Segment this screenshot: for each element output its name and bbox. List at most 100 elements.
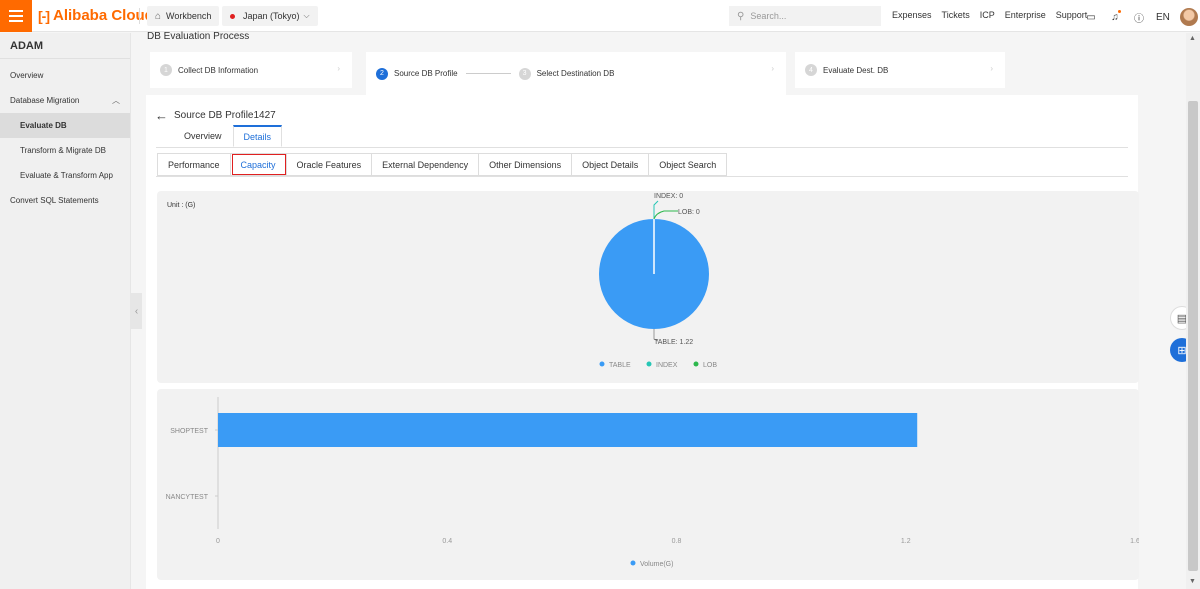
chevron-down-icon: ⌵ [303, 11, 310, 20]
unit-label: Unit : (G) [167, 202, 196, 209]
workbench-button[interactable]: ⌂ Workbench [147, 6, 220, 26]
legend-label-table: TABLE [609, 362, 631, 369]
sidebar-item-label: Database Migration [10, 96, 80, 105]
tab-overview[interactable]: Overview [173, 125, 233, 147]
step-label: Select Destination DB [536, 69, 615, 78]
details-tabs: Performance Capacity Oracle Features Ext… [157, 153, 728, 176]
legend-label-volume: Volume(G) [640, 561, 673, 568]
step-label: Source DB Profile [394, 69, 458, 78]
legend-marker-volume [630, 560, 636, 566]
step-number: 3 [518, 67, 531, 80]
capacity-pie-card: Unit : (G) INDEX: 0 LOB: 0 TABLE: 1.22 TABL… [157, 191, 1139, 383]
topbar-divider [139, 8, 140, 24]
tab-label: Object Search [659, 159, 717, 170]
volume-bar-chart: SHOPTEST NANCYTEST 0 0.4 0.8 1.2 1.6 Volume(G) [166, 397, 1140, 568]
back-arrow-icon[interactable]: ← [155, 108, 168, 123]
sidebar-item-convert-sql[interactable]: Convert SQL Statements [0, 188, 130, 213]
sidebar-collapse-handle[interactable]: ‹ [131, 293, 142, 329]
x-tick-label: 0.4 [442, 538, 452, 545]
japan-flag-icon [230, 13, 235, 19]
x-tick-label: 1.6 [1130, 538, 1139, 545]
hamburger-menu-button[interactable] [0, 0, 32, 32]
volume-bar-card: SHOPTEST NANCYTEST 0 0.4 0.8 1.2 1.6 Volume(G) [157, 389, 1140, 580]
scroll-down-icon[interactable]: ▼ [1189, 578, 1196, 585]
tab-object-details[interactable]: Object Details [572, 153, 650, 176]
pie-leader-index [653, 200, 659, 219]
tab-other-dimensions[interactable]: Other Dimensions [479, 153, 573, 176]
tab-external-dependency[interactable]: External Dependency [372, 153, 480, 176]
x-tick-label: 0 [216, 538, 220, 545]
link-icp[interactable]: ICP [980, 10, 995, 20]
step-number: 2 [376, 67, 388, 80]
search-input[interactable]: ⚲ Search... [729, 6, 881, 26]
tab-performance[interactable]: Performance [157, 153, 231, 176]
link-tickets[interactable]: Tickets [942, 10, 970, 20]
sidebar-item-transform-migrate-db[interactable]: Transform & Migrate DB [0, 138, 130, 163]
main-content: DB Evaluation Process 1 Collect DB Infor… [143, 31, 1150, 589]
tab-label: Oracle Features [296, 159, 362, 170]
divider [156, 147, 1128, 148]
tab-capacity[interactable]: Capacity [230, 153, 287, 176]
tab-object-search[interactable]: Object Search [649, 153, 728, 176]
bell-icon[interactable]: ♫ [1108, 10, 1122, 24]
language-switch[interactable]: EN [1156, 12, 1170, 23]
step-number: 1 [160, 64, 172, 76]
pie-label-table: TABLE: 1.22 [654, 339, 693, 346]
step-evaluate-dest-db[interactable]: 4 Evaluate Dest. DB › [795, 52, 1005, 88]
pie-label-index: INDEX: 0 [654, 193, 683, 200]
tab-label: Other Dimensions [489, 159, 562, 170]
sidebar-title: ADAM [0, 33, 130, 59]
sidebar-item-evaluate-transform-app[interactable]: Evaluate & Transform App [0, 163, 130, 188]
tab-label: Capacity [240, 159, 276, 170]
chevron-right-icon: › [771, 64, 774, 73]
region-selector[interactable]: Japan (Tokyo) ⌵ [222, 6, 318, 26]
tab-details[interactable]: Details [232, 125, 283, 147]
terminal-icon[interactable]: ▭ [1084, 10, 1098, 24]
legend-label-index: INDEX [656, 362, 678, 369]
y-tick-label: SHOPTEST [170, 428, 208, 435]
top-navigation-bar: [-] Alibaba Cloud ⌂ Workbench Japan (Tok… [0, 0, 1200, 32]
legend-marker-lob [693, 361, 699, 367]
step-source-db-profile[interactable]: 2 Source DB Profile 3 Select Destination… [366, 52, 786, 95]
sidebar-item-label: Overview [10, 71, 44, 80]
x-tick-label: 1.2 [901, 538, 911, 545]
sidebar-item-database-migration[interactable]: Database Migration ︿ [0, 88, 130, 113]
scroll-up-icon[interactable]: ▲ [1189, 35, 1196, 42]
step-collect-db-info[interactable]: 1 Collect DB Information › [150, 52, 352, 88]
menu-icon [9, 15, 23, 17]
sidebar-item-overview[interactable]: Overview [0, 63, 130, 88]
profile-panel: ← Source DB Profile1427 Overview Details… [146, 95, 1140, 589]
top-icon-group: ▭ ♫ ⓘ EN [1084, 8, 1198, 26]
link-expenses[interactable]: Expenses [892, 10, 932, 20]
legend-marker-index [646, 361, 652, 367]
tab-oracle-features[interactable]: Oracle Features [286, 153, 373, 176]
step-number: 4 [805, 64, 817, 76]
chevron-right-icon: › [337, 64, 340, 73]
y-tick-label: NANCYTEST [166, 494, 209, 501]
profile-header: ← Source DB Profile1427 [155, 108, 276, 123]
link-enterprise[interactable]: Enterprise [1005, 10, 1046, 20]
step-label: Evaluate Dest. DB [823, 65, 889, 75]
alibaba-cloud-logo[interactable]: [-] Alibaba Cloud [38, 7, 154, 24]
sidebar-item-label: Evaluate DB [20, 121, 67, 130]
legend-label-lob: LOB [703, 362, 717, 369]
help-icon[interactable]: ⓘ [1132, 10, 1146, 25]
divider [156, 176, 1128, 177]
capacity-pie-chart: INDEX: 0 LOB: 0 TABLE: 1.22 TABLE INDEX LOB [599, 193, 717, 369]
chevron-right-icon: › [990, 64, 993, 73]
step-label: Collect DB Information [178, 65, 259, 75]
region-label: Japan (Tokyo) [243, 11, 300, 21]
tab-label: Overview [184, 131, 222, 141]
top-links: Expenses Tickets ICP Enterprise Support [892, 10, 1087, 20]
chevron-up-icon: ︿ [112, 96, 120, 105]
logo-mark-icon: [-] [38, 7, 50, 24]
bar-shoptest [218, 413, 918, 447]
workbench-label: Workbench [166, 11, 212, 21]
scroll-thumb[interactable] [1188, 101, 1198, 571]
sidebar-item-evaluate-db[interactable]: Evaluate DB [0, 113, 130, 138]
page-scrollbar[interactable]: ▲ ▼ [1186, 33, 1200, 589]
link-support[interactable]: Support [1056, 10, 1088, 20]
avatar[interactable] [1179, 8, 1198, 26]
legend-marker-table [599, 361, 605, 367]
sidebar: ADAM Overview Database Migration ︿ Evalu… [0, 33, 131, 589]
